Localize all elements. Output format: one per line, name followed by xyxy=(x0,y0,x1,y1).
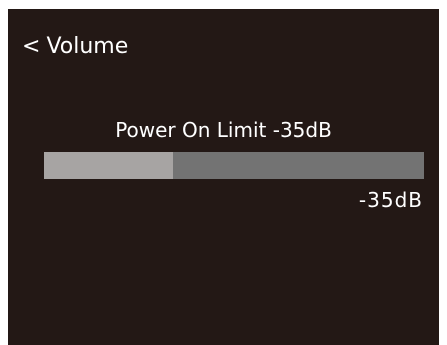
back-button[interactable]: < Volume xyxy=(22,33,128,61)
page-title: Volume xyxy=(46,34,129,59)
volume-screen: < Volume Power On Limit -35dB -35dB xyxy=(8,9,439,345)
chevron-left-icon: < xyxy=(22,34,41,59)
slider-value: -35dB xyxy=(358,188,423,212)
volume-limit-slider[interactable] xyxy=(44,152,424,179)
slider-fill xyxy=(44,152,174,179)
setting-label: Power On Limit -35dB xyxy=(115,118,332,142)
